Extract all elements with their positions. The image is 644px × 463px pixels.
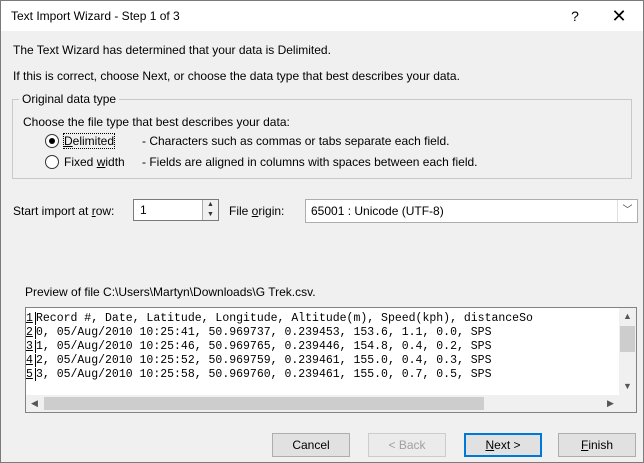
start-row-label: Start import at row: [13, 204, 115, 218]
preview-row: 1 Record #, Date, Latitude, Longitude, Al… [26, 312, 533, 325]
vertical-scroll-thumb[interactable] [620, 326, 635, 352]
delimited-radio[interactable] [45, 134, 59, 148]
start-row-spinner[interactable]: 1 ▲ ▼ [133, 199, 219, 221]
delimited-description: - Characters such as commas or tabs sepa… [142, 134, 450, 148]
preview-pane[interactable]: 1 Record #, Date, Latitude, Longitude, Al… [25, 307, 637, 413]
finish-button[interactable]: Finish [558, 433, 636, 457]
fixed-width-radio[interactable] [45, 155, 59, 169]
back-button[interactable]: < Back [368, 433, 446, 457]
fixed-width-description: - Fields are aligned in columns with spa… [142, 155, 478, 169]
vertical-scrollbar[interactable]: ▲ ▼ [619, 308, 636, 395]
preview-label: Preview of file C:\Users\Martyn\Download… [25, 285, 316, 299]
start-row-value: 1 [140, 203, 147, 217]
cancel-button[interactable]: Cancel [272, 433, 350, 457]
scroll-right-icon[interactable]: ▶ [602, 395, 619, 412]
scroll-up-icon[interactable]: ▲ [619, 308, 636, 325]
intro-line-1: The Text Wizard has determined that your… [13, 43, 331, 57]
title-bar: Text Import Wizard - Step 1 of 3 ? ✕ [1, 1, 643, 31]
group-legend: Original data type [19, 92, 120, 106]
window-title: Text Import Wizard - Step 1 of 3 [11, 9, 180, 23]
text-import-wizard-dialog: Text Import Wizard - Step 1 of 3 ? ✕ The… [0, 0, 644, 463]
spin-up-icon[interactable]: ▲ [203, 200, 218, 210]
preview-row: 2 0, 05/Aug/2010 10:25:41, 50.969737, 0.2… [26, 326, 492, 339]
next-button[interactable]: Next > [464, 433, 542, 457]
file-type-prompt: Choose the file type that best describes… [23, 115, 290, 129]
spin-buttons: ▲ ▼ [202, 200, 218, 220]
help-button[interactable]: ? [561, 5, 589, 27]
file-origin-select[interactable]: 65001 : Unicode (UTF-8) ﹀ [305, 199, 638, 223]
scroll-left-icon[interactable]: ◀ [26, 395, 43, 412]
horizontal-scroll-thumb[interactable] [44, 397, 484, 410]
spin-down-icon[interactable]: ▼ [203, 210, 218, 220]
scroll-down-icon[interactable]: ▼ [619, 378, 636, 395]
preview-row: 4 2, 05/Aug/2010 10:25:52, 50.969759, 0.2… [26, 354, 492, 367]
close-button[interactable]: ✕ [605, 5, 633, 27]
fixed-width-label[interactable]: Fixed width [64, 155, 125, 169]
intro-line-2: If this is correct, choose Next, or choo… [13, 69, 460, 83]
chevron-down-icon[interactable]: ﹀ [617, 200, 637, 222]
delimited-label[interactable]: Delimited [62, 133, 116, 149]
horizontal-scrollbar[interactable]: ◀ ▶ [26, 395, 636, 412]
preview-row: 3 1, 05/Aug/2010 10:25:46, 50.969765, 0.2… [26, 340, 492, 353]
preview-row: 5 3, 05/Aug/2010 10:25:58, 50.969760, 0.2… [26, 368, 492, 381]
file-origin-label: File origin: [229, 204, 285, 218]
file-origin-value: 65001 : Unicode (UTF-8) [311, 204, 444, 218]
